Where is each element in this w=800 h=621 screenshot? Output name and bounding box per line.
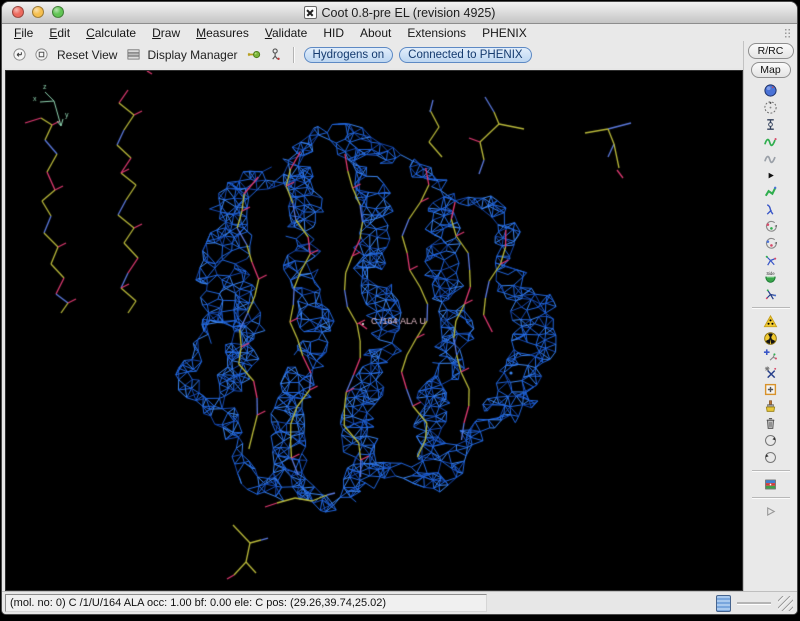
delete-atom-icon[interactable] [763, 365, 778, 380]
menu-draw[interactable]: Draw [144, 26, 188, 40]
traffic-lights [12, 6, 64, 18]
close-button[interactable] [12, 6, 24, 18]
menu-hid[interactable]: HID [315, 26, 352, 40]
add-atom-icon[interactable] [763, 348, 778, 363]
menu-about[interactable]: About [352, 26, 399, 40]
map-button[interactable]: Map [751, 62, 791, 78]
display-manager-button[interactable]: Display Manager [125, 47, 239, 63]
menu-grip-icon[interactable] [784, 28, 791, 38]
flag-icon[interactable] [763, 477, 778, 492]
gl-canvas[interactable] [5, 70, 743, 591]
x11-icon [304, 6, 317, 19]
view-stop-button[interactable] [33, 47, 49, 63]
menu-file[interactable]: File [6, 26, 41, 40]
canvas-frame [2, 68, 743, 591]
menu-bar: FileEditCalculateDrawMeasuresValidateHID… [2, 24, 797, 41]
status-slider[interactable] [716, 595, 731, 612]
triangle-icon[interactable] [763, 168, 778, 183]
toolbar-separator [293, 47, 295, 63]
menu-validate[interactable]: Validate [257, 26, 316, 40]
auto-fit-rotamer-icon[interactable] [763, 219, 778, 234]
window-title-area: Coot 0.8-pre EL (revision 4925) [304, 6, 496, 20]
resize-grip[interactable] [778, 596, 793, 611]
minimize-button[interactable] [32, 6, 44, 18]
warning-triangle-icon[interactable] [763, 314, 778, 329]
slider-groove [737, 602, 771, 605]
regularize-zone-icon[interactable] [763, 151, 778, 166]
undo-icon[interactable] [763, 433, 778, 448]
rotamer-icon[interactable] [763, 236, 778, 251]
svg-text:Side: Side [766, 271, 775, 276]
figure-button[interactable] [268, 47, 284, 63]
menu-extensions[interactable]: Extensions [399, 26, 474, 40]
menu-measures[interactable]: Measures [188, 26, 257, 40]
body-row: Reset View Display Manager Hydrogens on Con… [2, 41, 797, 591]
side-panel: R/RC Map Side [743, 41, 797, 591]
view-back-button[interactable] [11, 47, 27, 63]
window-title: Coot 0.8-pre EL (revision 4925) [322, 6, 496, 20]
torsion-general-icon[interactable] [763, 287, 778, 302]
side-separator [752, 497, 790, 499]
title-bar: Coot 0.8-pre EL (revision 4925) [2, 2, 797, 24]
menu-phenix[interactable]: PHENIX [474, 26, 535, 40]
clock-icon[interactable] [763, 100, 778, 115]
hydrogens-toggle[interactable]: Hydrogens on [304, 47, 394, 63]
side-icon-column: Side [752, 83, 790, 519]
menu-calculate[interactable]: Calculate [78, 26, 144, 40]
rigid-body-icon[interactable] [763, 185, 778, 200]
coot-window: Coot 0.8-pre EL (revision 4925) FileEdit… [1, 1, 798, 615]
side-separator [752, 307, 790, 309]
brush-icon[interactable] [763, 399, 778, 414]
status-text: (mol. no: 0) C /1/U/164 ALA occ: 1.00 bf… [5, 594, 487, 612]
rotate-translate-icon[interactable] [763, 202, 778, 217]
side-chain-flip-icon[interactable]: Side [763, 270, 778, 285]
refine-zone-icon[interactable] [763, 134, 778, 149]
sphere-icon[interactable] [763, 83, 778, 98]
zoom-button[interactable] [52, 6, 64, 18]
main-toolbar: Reset View Display Manager Hydrogens on Con… [2, 41, 743, 68]
phenix-status-button[interactable]: Connected to PHENIX [399, 47, 531, 63]
anchor-icon[interactable] [763, 117, 778, 132]
radiation-icon[interactable] [763, 331, 778, 346]
status-bar: (mol. no: 0) C /1/U/164 ALA occ: 1.00 bf… [2, 591, 797, 614]
trash-icon[interactable] [763, 416, 778, 431]
left-column: Reset View Display Manager Hydrogens on Con… [2, 41, 743, 591]
chi-angles-icon[interactable] [763, 253, 778, 268]
key-button[interactable] [246, 47, 262, 63]
redo-icon[interactable] [763, 450, 778, 465]
side-separator [752, 470, 790, 472]
reset-view-button[interactable]: Reset View [55, 48, 119, 62]
rrc-button[interactable]: R/RC [748, 43, 794, 59]
layers-icon [125, 47, 141, 63]
menu-edit[interactable]: Edit [41, 26, 78, 40]
play-icon[interactable] [763, 504, 778, 519]
add-box-icon[interactable] [763, 382, 778, 397]
